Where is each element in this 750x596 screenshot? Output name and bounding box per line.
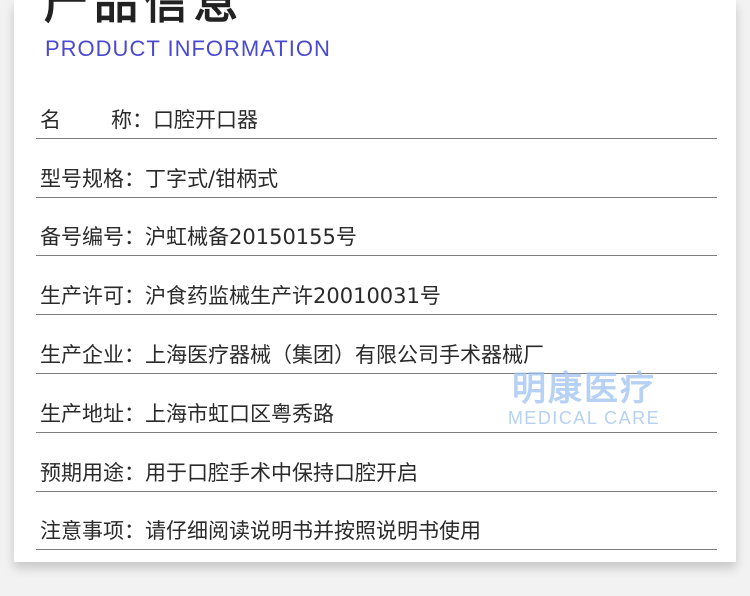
row-label: 备号编号： xyxy=(40,225,145,250)
info-row-model: 型号规格：丁字式/钳柄式 xyxy=(36,139,717,198)
row-label: 型号规格： xyxy=(40,166,145,191)
section-subtitle: PRODUCT INFORMATION xyxy=(45,36,331,61)
row-value: 上海市虹口区粤秀路 xyxy=(145,401,334,426)
info-row-intended-use: 预期用途：用于口腔手术中保持口腔开启 xyxy=(36,433,717,492)
watermark-cn: 明康医疗 xyxy=(512,369,656,409)
row-label: 名称： xyxy=(40,107,153,132)
row-label: 生产地址： xyxy=(40,401,145,426)
row-value: 上海医疗器械（集团）有限公司手术器械厂 xyxy=(145,342,544,367)
row-value: 用于口腔手术中保持口腔开启 xyxy=(145,460,418,485)
info-row-manufacturer: 生产企业：上海医疗器械（集团）有限公司手术器械厂 xyxy=(36,315,717,374)
row-value: 丁字式/钳柄式 xyxy=(145,166,279,191)
section-title: 产品信息 xyxy=(44,0,244,29)
info-row-name: 名称：口腔开口器 xyxy=(36,80,717,139)
row-value: 请仔细阅读说明书并按照说明书使用 xyxy=(145,519,481,544)
info-row-registration: 备号编号：沪虹械备20150155号 xyxy=(36,198,717,257)
row-label: 生产企业： xyxy=(40,342,145,367)
row-label: 注意事项： xyxy=(40,519,145,544)
brand-watermark: 明康医疗 MEDICAL CARE xyxy=(504,370,664,428)
row-value: 沪食药监械生产许20010031号 xyxy=(145,284,441,309)
info-table: 名称：口腔开口器 型号规格：丁字式/钳柄式 备号编号：沪虹械备20150155号… xyxy=(36,80,717,551)
info-row-precautions: 注意事项：请仔细阅读说明书并按照说明书使用 xyxy=(36,492,717,551)
row-label: 预期用途： xyxy=(40,460,145,485)
row-value: 沪虹械备20150155号 xyxy=(145,225,357,250)
watermark-en: MEDICAL CARE xyxy=(507,408,661,428)
info-row-license: 生产许可：沪食药监械生产许20010031号 xyxy=(36,256,717,316)
product-info-card: 产品信息 PRODUCT INFORMATION 名称：口腔开口器 型号规格：丁… xyxy=(14,0,736,562)
row-value: 口腔开口器 xyxy=(153,107,258,132)
row-label: 生产许可： xyxy=(40,284,145,309)
